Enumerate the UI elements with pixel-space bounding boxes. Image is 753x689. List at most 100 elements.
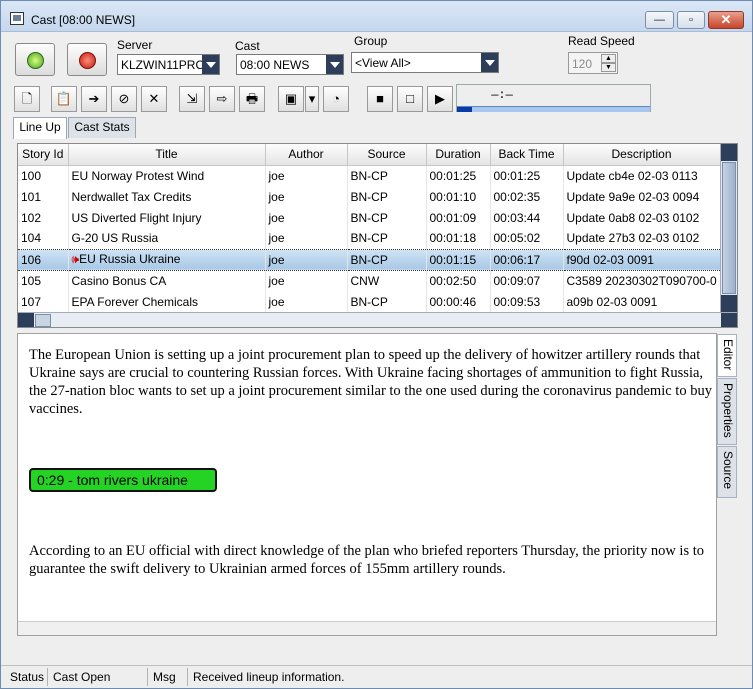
table-cell: joe (265, 165, 348, 186)
disconnect-button[interactable] (67, 43, 107, 76)
table-cell: 104 (18, 228, 69, 249)
column-header[interactable]: Duration (426, 144, 491, 166)
scroll-thumb[interactable] (722, 162, 736, 294)
new-button[interactable]: 🗋 (14, 86, 40, 112)
column-header[interactable]: Source (347, 144, 427, 166)
spin-up-icon[interactable]: ▲ (601, 54, 616, 63)
table-cell: Nerdwallet Tax Credits (68, 186, 266, 207)
table-cell: Update 0ab8 02-03 0102 (563, 207, 721, 228)
table-cell: 🕪EU Russia Ukraine (68, 248, 266, 271)
tab-editor-label: Editor (721, 339, 735, 371)
table-row[interactable]: 102 US Diverted Flight Injury joe BN-CP 00:0… (18, 207, 721, 228)
tab-lineup[interactable]: Line Up (13, 117, 67, 139)
lineup-table: Story Id Title Author Source Duration Back Ti… (18, 144, 721, 312)
column-header[interactable]: Author (265, 144, 348, 166)
table-cell: 00:09:53 (490, 291, 564, 312)
table-row[interactable]: 100 EU Norway Protest Wind joe BN-CP 00:01:2… (18, 165, 721, 186)
tab-cast-stats[interactable]: Cast Stats (68, 117, 136, 138)
spin-down-icon[interactable]: ▼ (601, 63, 616, 72)
story-paragraph-2[interactable]: According to an EU official with direct … (29, 542, 713, 578)
table-cell: joe (265, 270, 348, 291)
tab-properties-label: Properties (721, 383, 735, 438)
scroll-up-icon[interactable] (721, 144, 737, 161)
progress-fill (457, 107, 473, 112)
table-row[interactable]: 105 Casino Bonus CA joe CNW 00:02:50 00:09:07… (18, 270, 721, 291)
export-button[interactable]: ⇨ (209, 86, 235, 112)
read-speed-value: 120 (572, 57, 593, 71)
table-cell: joe (265, 248, 348, 271)
refresh-button[interactable]: ⊘ (111, 86, 137, 112)
tab-source[interactable]: Source (717, 446, 737, 498)
column-header[interactable]: Story Id (18, 144, 69, 166)
tab-editor[interactable]: Editor (717, 334, 737, 377)
table-cell: Update cb4e 02-03 0113 (563, 165, 721, 186)
msg-label: Msg (153, 670, 176, 684)
column-header[interactable]: Title (68, 144, 266, 166)
table-cell: 00:01:10 (426, 186, 491, 207)
delete-icon: ✕ (148, 91, 160, 106)
story-editor[interactable]: The European Union is setting up a joint… (17, 333, 717, 636)
tab-properties[interactable]: Properties (717, 378, 737, 445)
hscroll-thumb[interactable] (35, 314, 51, 327)
table-cell: BN-CP (347, 228, 427, 249)
playback-progress: —:— (456, 84, 651, 112)
stop-icon: ■ (376, 91, 384, 106)
copy-button[interactable]: 📋 (51, 86, 77, 112)
chevron-down-icon[interactable] (481, 53, 498, 72)
connect-button[interactable] (15, 43, 55, 76)
editor-hscrollbar[interactable] (18, 621, 716, 635)
blank-button[interactable]: □ (397, 86, 423, 112)
table-row[interactable]: 106 🕪EU Russia Ukraine joe BN-CP 00:01:15 00:… (18, 248, 721, 271)
play-button[interactable]: ▶ (427, 86, 453, 112)
minimize-button[interactable]: — (645, 11, 674, 29)
table-cell: 106 (18, 248, 69, 271)
vertical-scrollbar[interactable] (720, 144, 737, 312)
scroll-down-icon[interactable] (721, 295, 737, 312)
new-icon: 🗋 (21, 91, 33, 106)
import-button[interactable]: ⇲ (179, 86, 205, 112)
title-bar[interactable]: Cast [08:00 NEWS] — ▫ ✕ (1, 1, 752, 32)
table-cell: 00:03:44 (490, 207, 564, 228)
print-button[interactable]: 🖶 (239, 86, 265, 112)
table-cell: EU Norway Protest Wind (68, 165, 266, 186)
server-select[interactable]: KLZWIN11PRO (117, 54, 220, 75)
server-value: KLZWIN11PRO (121, 58, 203, 72)
table-cell: 00:01:25 (490, 165, 564, 186)
scroll-left-icon[interactable] (18, 313, 34, 327)
delete-button[interactable]: ✕ (141, 86, 167, 112)
move-button[interactable]: ➔ (81, 86, 107, 112)
table-cell: G-20 US Russia (68, 228, 266, 249)
table-cell: BN-CP (347, 291, 427, 312)
stop-button[interactable]: ■ (367, 86, 393, 112)
column-header[interactable]: Description (563, 144, 721, 166)
cast-select[interactable]: 08:00 NEWS (236, 54, 344, 75)
column-header[interactable]: Back Time (490, 144, 564, 166)
table-cell: 102 (18, 207, 69, 228)
story-paragraph-1[interactable]: The European Union is setting up a joint… (29, 346, 713, 418)
status-divider (187, 668, 188, 686)
horizontal-scrollbar[interactable] (18, 312, 737, 327)
status-label: Status (10, 670, 45, 684)
table-row[interactable]: 101 Nerdwallet Tax Credits joe BN-CP 00:01:1… (18, 186, 721, 207)
table-row[interactable]: 104 G-20 US Russia joe BN-CP 00:01:18 00:05:0… (18, 228, 721, 249)
table-cell: Update 27b3 02-03 0102 (563, 228, 721, 249)
chevron-down-icon[interactable] (326, 55, 343, 74)
table-row[interactable]: 107 EPA Forever Chemicals joe BN-CP 00:00:46… (18, 291, 721, 312)
group-select[interactable]: <View All> (351, 52, 499, 73)
maximize-button[interactable]: ▫ (677, 11, 705, 29)
table-cell: C3589 20230302T090700-0 (563, 270, 721, 291)
table-cell: joe (265, 186, 348, 207)
table-cell: US Diverted Flight Injury (68, 207, 266, 228)
bulb-icon (27, 52, 44, 69)
timer-button[interactable]: ◔ (323, 86, 349, 112)
close-button[interactable]: ✕ (708, 11, 744, 29)
audio-cue[interactable]: 0:29 - tom rivers ukraine (29, 468, 217, 492)
row-title: EU Russia Ukraine (79, 252, 181, 266)
read-speed-stepper[interactable]: 120 ▲ ▼ (568, 52, 618, 74)
table-cell: 107 (18, 291, 69, 312)
scroll-right-icon[interactable] (721, 313, 737, 327)
chevron-down-icon[interactable] (202, 55, 219, 74)
tab-source-label: Source (721, 451, 735, 490)
dropdown-button[interactable]: ▾ (305, 86, 319, 112)
film-button[interactable]: ▣ (278, 86, 304, 112)
